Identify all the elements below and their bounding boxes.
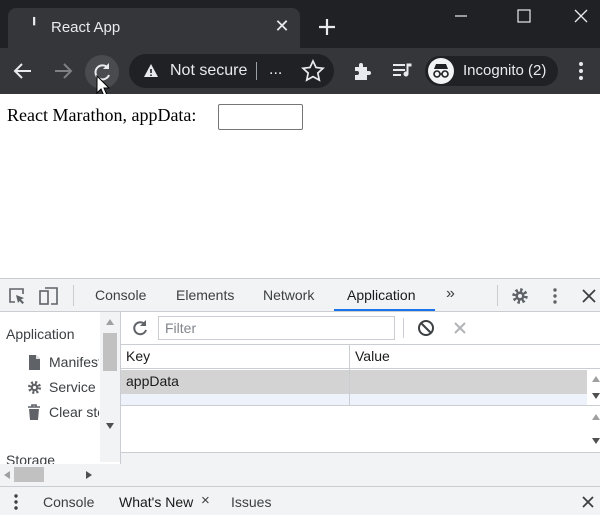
table-scroll-up-icon[interactable] — [591, 375, 600, 383]
tab-elements[interactable]: Elements — [176, 287, 234, 303]
inspect-element-icon[interactable] — [7, 286, 27, 306]
sidebar-item-clear-storage[interactable]: Clear storage — [24, 402, 100, 422]
forward-icon[interactable] — [50, 58, 76, 84]
url-ellipsis: ... — [269, 61, 283, 78]
extensions-icon[interactable] — [350, 58, 376, 84]
tab-divider — [73, 285, 74, 306]
sidebar-item-label: Clear storage — [49, 404, 99, 420]
tab-application[interactable]: Application — [347, 287, 416, 303]
preview-footer — [121, 453, 600, 486]
preview-scroll-down-icon[interactable] — [591, 437, 600, 445]
clear-all-icon[interactable] — [417, 319, 435, 337]
devtools-close-icon[interactable] — [579, 286, 599, 306]
media-control-icon[interactable] — [389, 58, 415, 84]
tab-strip: ╹ React App ✕ — [0, 0, 600, 48]
new-tab-icon[interactable] — [316, 16, 338, 38]
sidebar-heading-application: Application — [6, 326, 75, 342]
scroll-left-icon[interactable] — [3, 470, 11, 480]
tab-divider — [497, 285, 498, 306]
sidebar-scroll-thumb[interactable] — [103, 333, 117, 371]
storage-table: Key Value appData — [121, 345, 600, 486]
devtools-drawer: Console What's New × Issues — [0, 486, 600, 515]
browser-tab[interactable]: ╹ React App ✕ — [8, 8, 300, 48]
scroll-right-icon[interactable] — [85, 470, 93, 480]
device-toolbar-icon[interactable] — [38, 285, 60, 307]
trash-icon — [28, 404, 40, 420]
maximize-icon[interactable] — [509, 4, 539, 28]
active-tab-indicator — [334, 309, 435, 311]
filter-input[interactable]: Filter — [158, 316, 395, 340]
devtools-tabbar: Console Elements Network Application » — [0, 278, 600, 312]
incognito-profile-button[interactable]: Incognito (2) — [425, 56, 558, 86]
sidebar-item-label: Service Workers — [49, 379, 99, 395]
drawer-tab-issues[interactable]: Issues — [231, 494, 271, 510]
column-divider — [349, 345, 350, 405]
application-sidebar: Application Manifest Service Workers Cle… — [0, 312, 121, 486]
minimize-icon[interactable] — [446, 4, 476, 28]
refresh-icon[interactable] — [130, 318, 150, 338]
toolbar-divider — [403, 318, 404, 338]
sidebar-item-service-workers[interactable]: Service Workers — [24, 377, 100, 397]
table-scroll-down-icon[interactable] — [591, 392, 600, 400]
settings-gear-icon[interactable] — [509, 285, 531, 307]
back-icon[interactable] — [10, 58, 36, 84]
security-status: Not secure — [170, 62, 248, 79]
sidebar-item-label: Manifest — [49, 354, 99, 370]
window-close-icon[interactable] — [566, 4, 596, 28]
preview-scroll-up-icon[interactable] — [591, 413, 600, 421]
table-row[interactable]: appData — [121, 370, 587, 394]
table-divider — [121, 405, 600, 406]
sidebar-vertical-scrollbar[interactable] — [100, 312, 120, 462]
sidebar-item-manifest[interactable]: Manifest — [24, 352, 100, 372]
address-divider — [256, 62, 257, 80]
file-icon — [29, 355, 40, 370]
table-empty-row — [121, 394, 587, 405]
browser-toolbar: Not secure ... Incognito (2) — [0, 48, 600, 97]
sidebar-horizontal-scrollbar[interactable] — [0, 464, 121, 486]
app-data-input[interactable] — [218, 104, 303, 130]
drawer-close-icon[interactable] — [580, 494, 596, 510]
delete-selected-icon[interactable] — [452, 320, 468, 336]
drawer-tab-console[interactable]: Console — [43, 494, 94, 510]
sidebar-hscroll-thumb[interactable] — [14, 467, 44, 482]
react-icon: ╹ — [30, 18, 39, 34]
tab-title: React App — [51, 19, 121, 36]
storage-toolbar: Filter — [121, 312, 600, 345]
warning-icon — [144, 64, 158, 77]
column-header-value[interactable]: Value — [350, 345, 600, 369]
drawer-menu-icon[interactable] — [8, 493, 24, 511]
bookmark-star-icon[interactable] — [300, 58, 326, 84]
column-header-label: Value — [355, 348, 390, 364]
profile-label: Incognito (2) — [463, 62, 547, 79]
menu-kebab-icon[interactable] — [568, 58, 594, 84]
drawer-tab-close-icon[interactable]: × — [201, 492, 210, 509]
devtools-menu-icon[interactable] — [545, 286, 565, 306]
column-header-label: Key — [126, 348, 151, 364]
tab-console[interactable]: Console — [95, 287, 146, 303]
filter-placeholder: Filter — [165, 320, 197, 336]
scroll-down-icon[interactable] — [105, 422, 115, 430]
incognito-icon — [428, 58, 454, 84]
row-key-cell[interactable]: appData — [126, 373, 179, 389]
tab-close-icon[interactable]: ✕ — [272, 17, 292, 37]
tab-network[interactable]: Network — [263, 287, 314, 303]
scroll-up-icon[interactable] — [105, 318, 115, 326]
column-header-key[interactable]: Key — [121, 345, 349, 369]
app-data-label: React Marathon, appData: — [7, 105, 197, 125]
more-tabs-button[interactable]: » — [446, 285, 455, 303]
gear-icon — [28, 381, 41, 394]
web-page: React Marathon, appData: — [0, 94, 600, 278]
drawer-tab-whats-new[interactable]: What's New — [119, 494, 193, 510]
